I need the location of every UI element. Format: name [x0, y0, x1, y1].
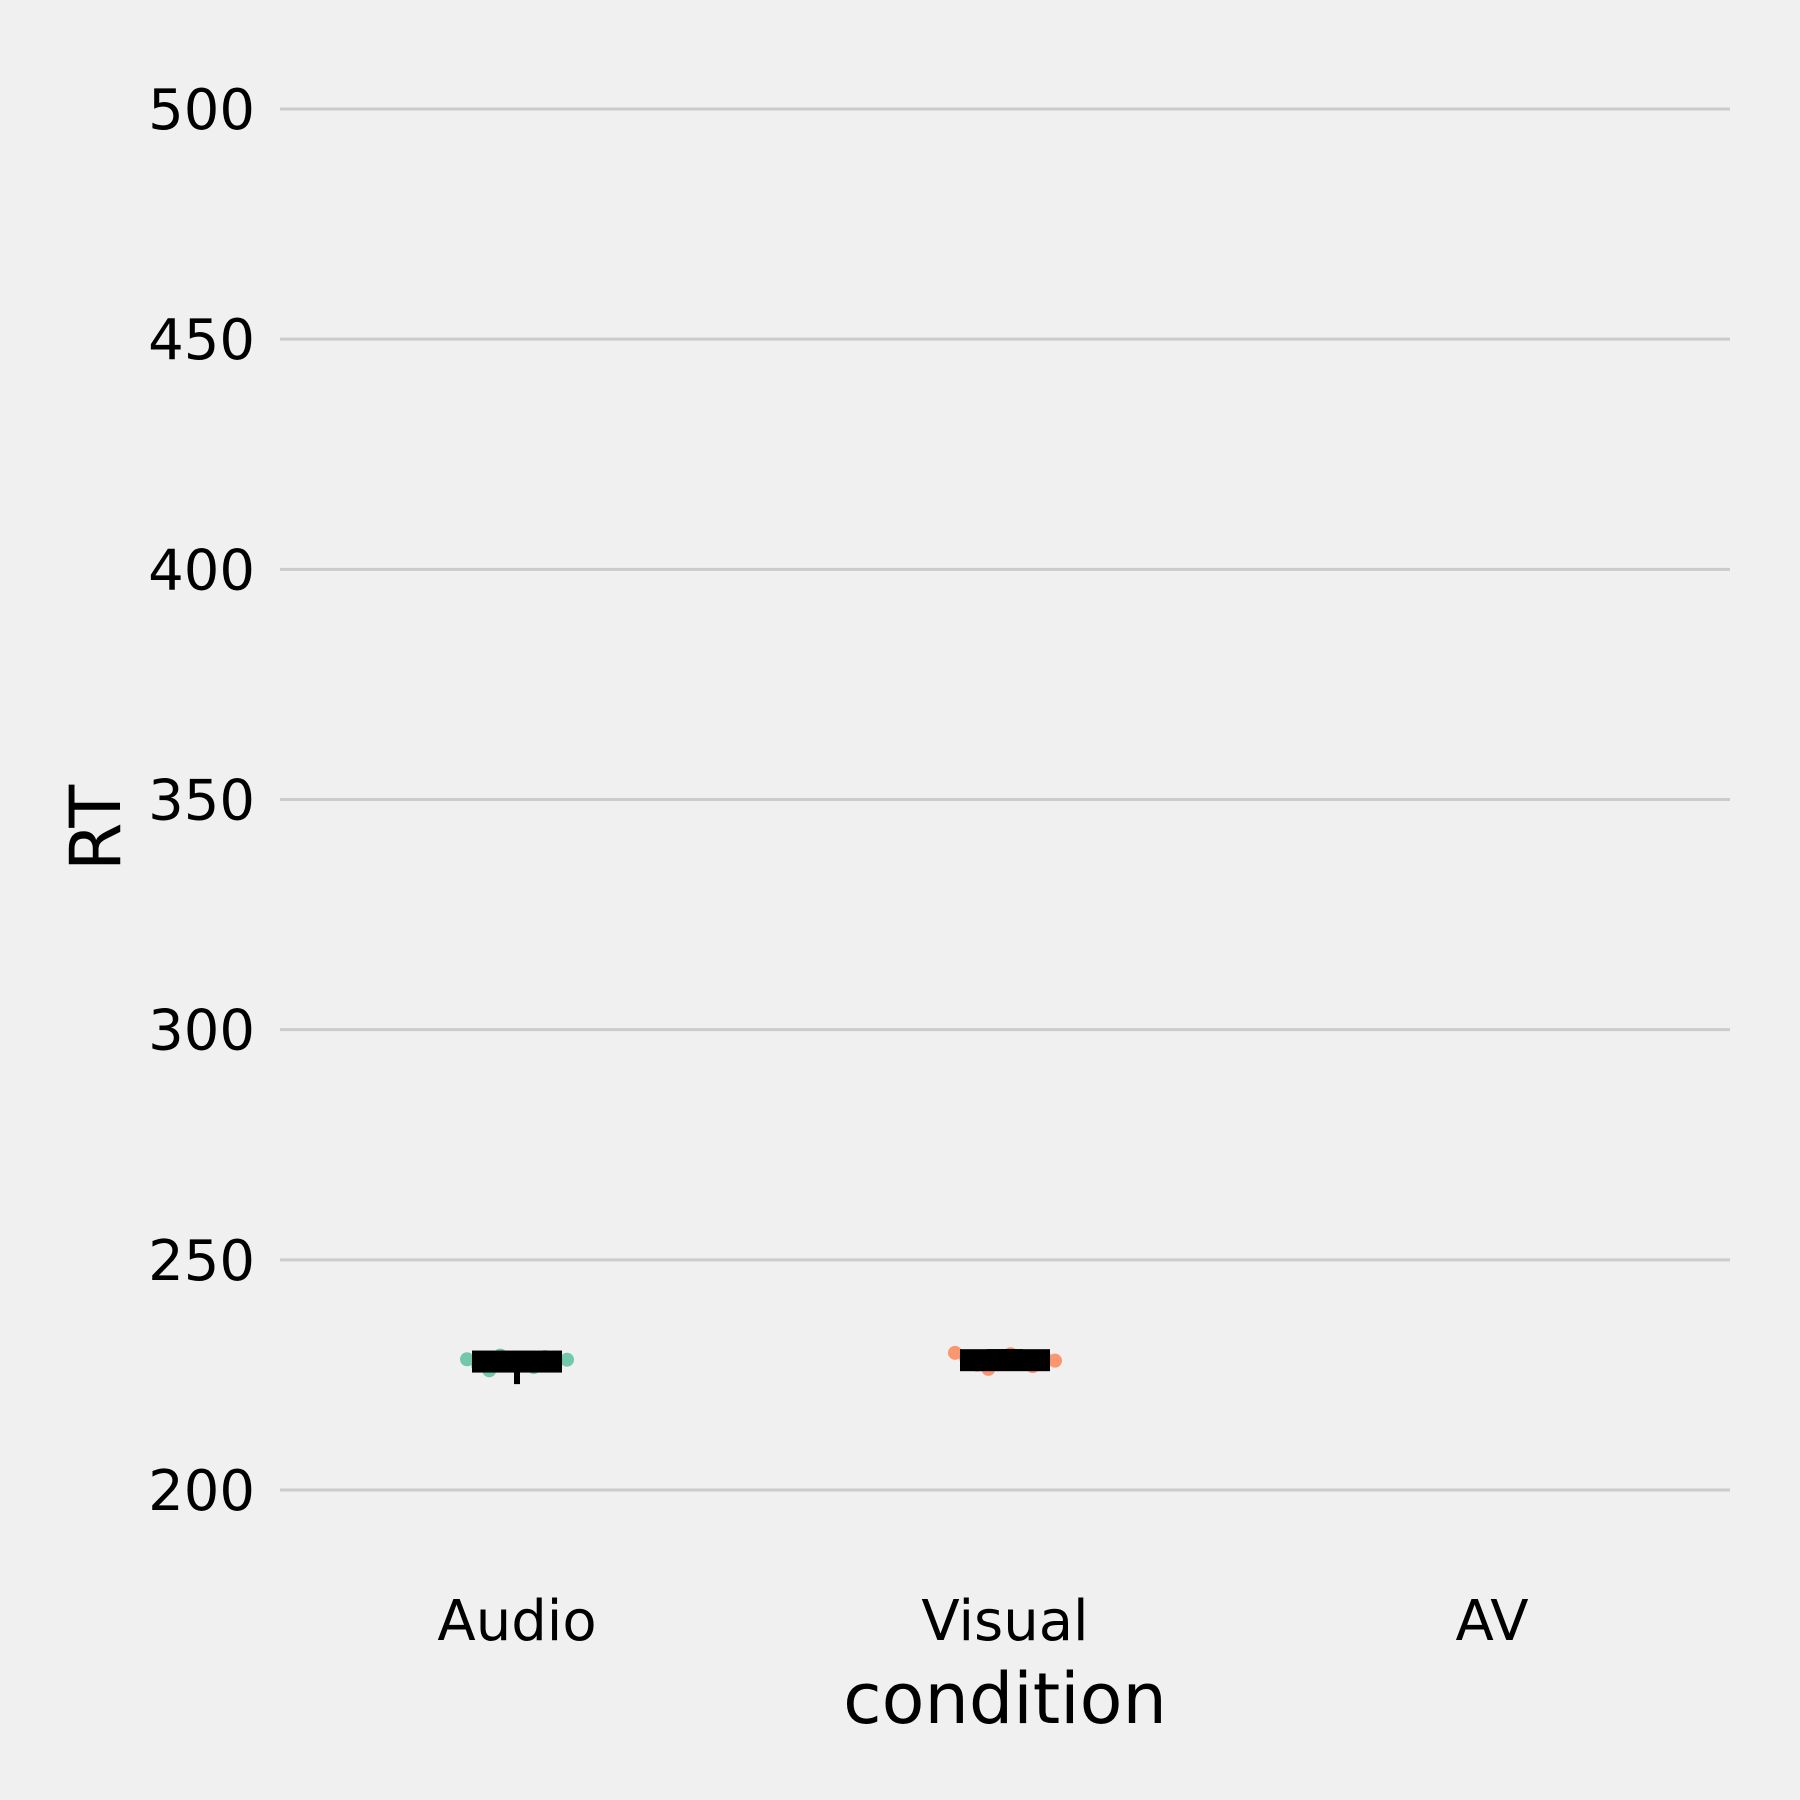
chart-background — [0, 0, 1800, 1800]
data-point-audio — [560, 1352, 574, 1367]
y-tick-label-300: 300 — [148, 999, 255, 1064]
x-tick-label-av: AV — [1455, 1589, 1528, 1654]
y-tick-label-350: 350 — [148, 769, 255, 834]
y-tick-label-250: 250 — [148, 1229, 255, 1294]
x-tick-label-audio: Audio — [437, 1589, 596, 1654]
y-axis-title: RT — [55, 785, 137, 872]
x-tick-label-visual: Visual — [921, 1589, 1088, 1654]
mean-bar-visual — [960, 1349, 1050, 1372]
chart: 200 250 300 350 400 450 500 Audio Visual AV cond… — [0, 0, 1800, 1800]
y-tick-label-200: 200 — [148, 1459, 255, 1524]
y-tick-label-400: 400 — [148, 538, 255, 603]
data-point-visual — [1048, 1353, 1062, 1368]
y-tick-label-450: 450 — [148, 308, 255, 373]
x-axis-title: condition — [843, 1658, 1167, 1740]
mean-bar-audio — [472, 1350, 562, 1373]
y-tick-label-500: 500 — [148, 78, 255, 143]
